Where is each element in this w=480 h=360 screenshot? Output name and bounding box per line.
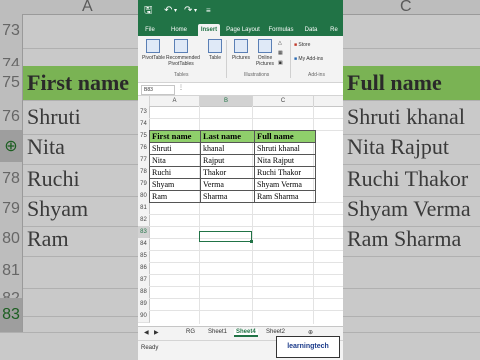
ribbon-separator (226, 40, 227, 78)
table-header-cell[interactable]: First name (149, 130, 201, 143)
save-icon[interactable]: 🖫 (144, 5, 153, 17)
tab-insert[interactable]: Insert (198, 24, 220, 36)
group-illustrations: Illustrations (244, 72, 270, 78)
gridline (149, 250, 343, 251)
undo-icon[interactable]: ↶ (164, 5, 172, 17)
table-cell[interactable]: Rajput (200, 154, 255, 167)
tab-review[interactable]: Re (328, 24, 340, 36)
pictures-icon (234, 39, 248, 53)
gridline (149, 310, 343, 311)
table-cell[interactable]: Shyam Verma (254, 178, 316, 191)
selected-cell[interactable] (199, 231, 252, 242)
sheet-nav-left-icon[interactable]: ◀ (144, 329, 149, 336)
table-row: Ram Sharma Ram Sharma (149, 190, 316, 203)
tab-data[interactable]: Data (302, 24, 320, 36)
chevron-down-icon[interactable]: ▾ (194, 5, 197, 17)
column-header-a[interactable]: A (150, 96, 200, 106)
redo-icon[interactable]: ↷ (184, 5, 192, 17)
gridline (149, 226, 343, 227)
group-tables: Tables (174, 72, 189, 78)
table-cell[interactable]: Shruti (149, 142, 201, 155)
gridline (149, 286, 343, 287)
gridline (149, 274, 343, 275)
table-cell[interactable]: Shyam (149, 178, 201, 191)
pivottable-button[interactable]: PivotTable (142, 39, 165, 61)
group-addins: Add-ins (308, 72, 325, 78)
table-cell[interactable]: Verma (200, 178, 255, 191)
table-cell[interactable]: khanal (200, 142, 255, 155)
pictures-button[interactable]: Pictures (230, 39, 252, 61)
gridline (149, 214, 343, 215)
title-bar: 🖫 ↶ ▾ ↷ ▾ ≡ (138, 0, 343, 24)
formula-bar: B83 ⋮ (138, 83, 343, 96)
sheet-tab-rg[interactable]: RG (186, 329, 195, 335)
tab-page-layout[interactable]: Page Layout (226, 24, 260, 36)
add-sheet-icon[interactable]: ⊕ (308, 329, 313, 336)
table-cell[interactable]: Nita (149, 154, 201, 167)
column-header-b[interactable]: B (200, 96, 253, 106)
table-row: Shyam Verma Shyam Verma (149, 178, 316, 191)
table-cell[interactable]: Thakor (200, 166, 255, 179)
table-button[interactable]: Table (206, 39, 224, 61)
ribbon-tabs: File Home Insert Page Layout Formulas Da… (138, 24, 343, 36)
table-cell[interactable]: Ram Sharma (254, 190, 316, 203)
pivottable-icon (146, 39, 160, 53)
tab-file[interactable]: File (142, 24, 158, 36)
online-pictures-icon (258, 39, 272, 53)
gridline (149, 118, 343, 119)
store-button[interactable]: ■ Store (294, 42, 310, 48)
tab-home[interactable]: Home (168, 24, 190, 36)
name-box[interactable]: B83 (141, 85, 175, 95)
table-icon (208, 39, 222, 53)
table-header-cell[interactable]: Last name (200, 130, 255, 143)
worksheet-grid[interactable]: A B C 73 74 75 76 77 78 79 80 81 82 83 8… (138, 96, 343, 324)
watermark-logo: learningtech (276, 336, 340, 358)
sheet-tab-sheet4[interactable]: Sheet4 (234, 329, 258, 337)
table-cell[interactable]: Sharma (200, 190, 255, 203)
status-text: Ready (141, 345, 159, 351)
online-pictures-button[interactable]: Online Pictures (254, 39, 276, 67)
tab-formulas[interactable]: Formulas (268, 24, 294, 36)
table-cell[interactable]: Ram (149, 190, 201, 203)
select-all-corner[interactable] (138, 96, 150, 106)
sheet-tab-sheet1[interactable]: Sheet1 (208, 329, 227, 335)
ribbon-separator (290, 40, 291, 78)
column-header-c[interactable]: C (253, 96, 314, 106)
table-header-row: First name Last name Full name (149, 130, 316, 143)
shapes-icon[interactable]: △ (278, 40, 282, 46)
table-row: Nita Rajput Nita Rajput (149, 154, 316, 167)
screenshot-icon[interactable]: ▣ (278, 60, 283, 66)
gridline (149, 298, 343, 299)
excel-window: 🖫 ↶ ▾ ↷ ▾ ≡ File Home Insert Page Layout… (138, 0, 343, 360)
smartart-icon[interactable]: ▦ (278, 50, 283, 56)
ribbon: PivotTable Recommended PivotTables Table… (138, 36, 343, 83)
my-addins-button[interactable]: ■ My Add-ins (294, 56, 323, 62)
table-cell[interactable]: Shruti khanal (254, 142, 316, 155)
table-cell[interactable]: Nita Rajput (254, 154, 316, 167)
bg-row-cursor-icon: ⊕ (0, 130, 23, 164)
table-header-cell[interactable]: Full name (254, 130, 316, 143)
table-cell[interactable]: Ruchi (149, 166, 201, 179)
sheet-tab-sheet2[interactable]: Sheet2 (266, 329, 285, 335)
store-icon: ■ (294, 42, 298, 48)
table-row: Ruchi Thakor Ruchi Thakor (149, 166, 316, 179)
fill-handle[interactable] (250, 240, 253, 243)
chevron-down-icon[interactable]: ▾ (174, 5, 177, 17)
table-row: Shruti khanal Shruti khanal (149, 142, 316, 155)
gridline (149, 262, 343, 263)
recommended-pivottables-button[interactable]: Recommended PivotTables (166, 39, 200, 67)
sheet-nav-right-icon[interactable]: ▶ (154, 329, 159, 336)
my-addins-icon: ■ (294, 56, 298, 62)
names-table: First name Last name Full name Shruti kh… (149, 130, 316, 203)
fx-icon[interactable]: ⋮ (178, 84, 184, 91)
table-cell[interactable]: Ruchi Thakor (254, 166, 316, 179)
more-icon[interactable]: ≡ (206, 5, 211, 17)
row-header[interactable]: 90 (138, 310, 150, 323)
recommended-pivottables-icon (174, 39, 188, 53)
